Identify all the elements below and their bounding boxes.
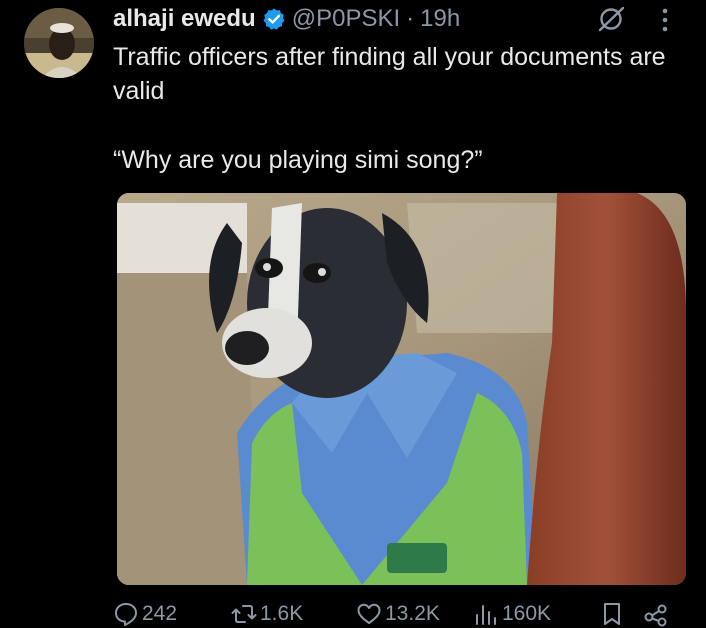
retweet-icon (231, 605, 257, 623)
retweet-count: 1.6K (260, 602, 304, 625)
verified-badge-icon (262, 7, 286, 31)
display-name[interactable]: alhaji ewedu (113, 5, 256, 33)
views-count: 160K (502, 602, 552, 625)
reply-icon (115, 603, 137, 626)
reply-button[interactable]: 242 (113, 600, 177, 628)
tweet-media-image[interactable] (117, 193, 686, 585)
retweet-button[interactable]: 1.6K (231, 600, 303, 628)
bookmark-button[interactable] (599, 600, 628, 628)
like-button[interactable]: 13.2K (356, 600, 440, 628)
tweet-card[interactable]: alhaji ewedu @P0PSKI · 19h Traffic offic… (0, 0, 706, 628)
views-icon (476, 605, 496, 625)
tweet-text-line: Traffic officers after finding all your … (113, 43, 666, 105)
user-handle[interactable]: @P0PSKI (292, 5, 400, 33)
like-count: 13.2K (385, 602, 440, 625)
bookmark-icon (604, 603, 620, 625)
tweet-header: alhaji ewedu @P0PSKI · 19h (113, 4, 460, 34)
more-options-icon[interactable] (658, 6, 672, 34)
tweet-text: Traffic officers after finding all your … (113, 40, 693, 177)
tweet-action-bar: 242 1.6K 13.2K 160K (113, 600, 693, 628)
views-button[interactable]: 160K (473, 600, 551, 628)
avatar[interactable] (24, 8, 94, 78)
header-actions (596, 4, 686, 34)
tweet-text-quote: “Why are you playing simi song?” (113, 146, 483, 174)
avatar-image (24, 8, 94, 78)
share-icon (644, 604, 667, 627)
heart-icon (357, 603, 381, 624)
share-button[interactable] (643, 600, 672, 628)
reply-count: 242 (142, 602, 178, 625)
dog-officer-photo (117, 193, 686, 585)
grok-icon[interactable] (596, 6, 626, 32)
timestamp[interactable]: 19h (420, 5, 460, 33)
separator-dot: · (406, 5, 415, 32)
